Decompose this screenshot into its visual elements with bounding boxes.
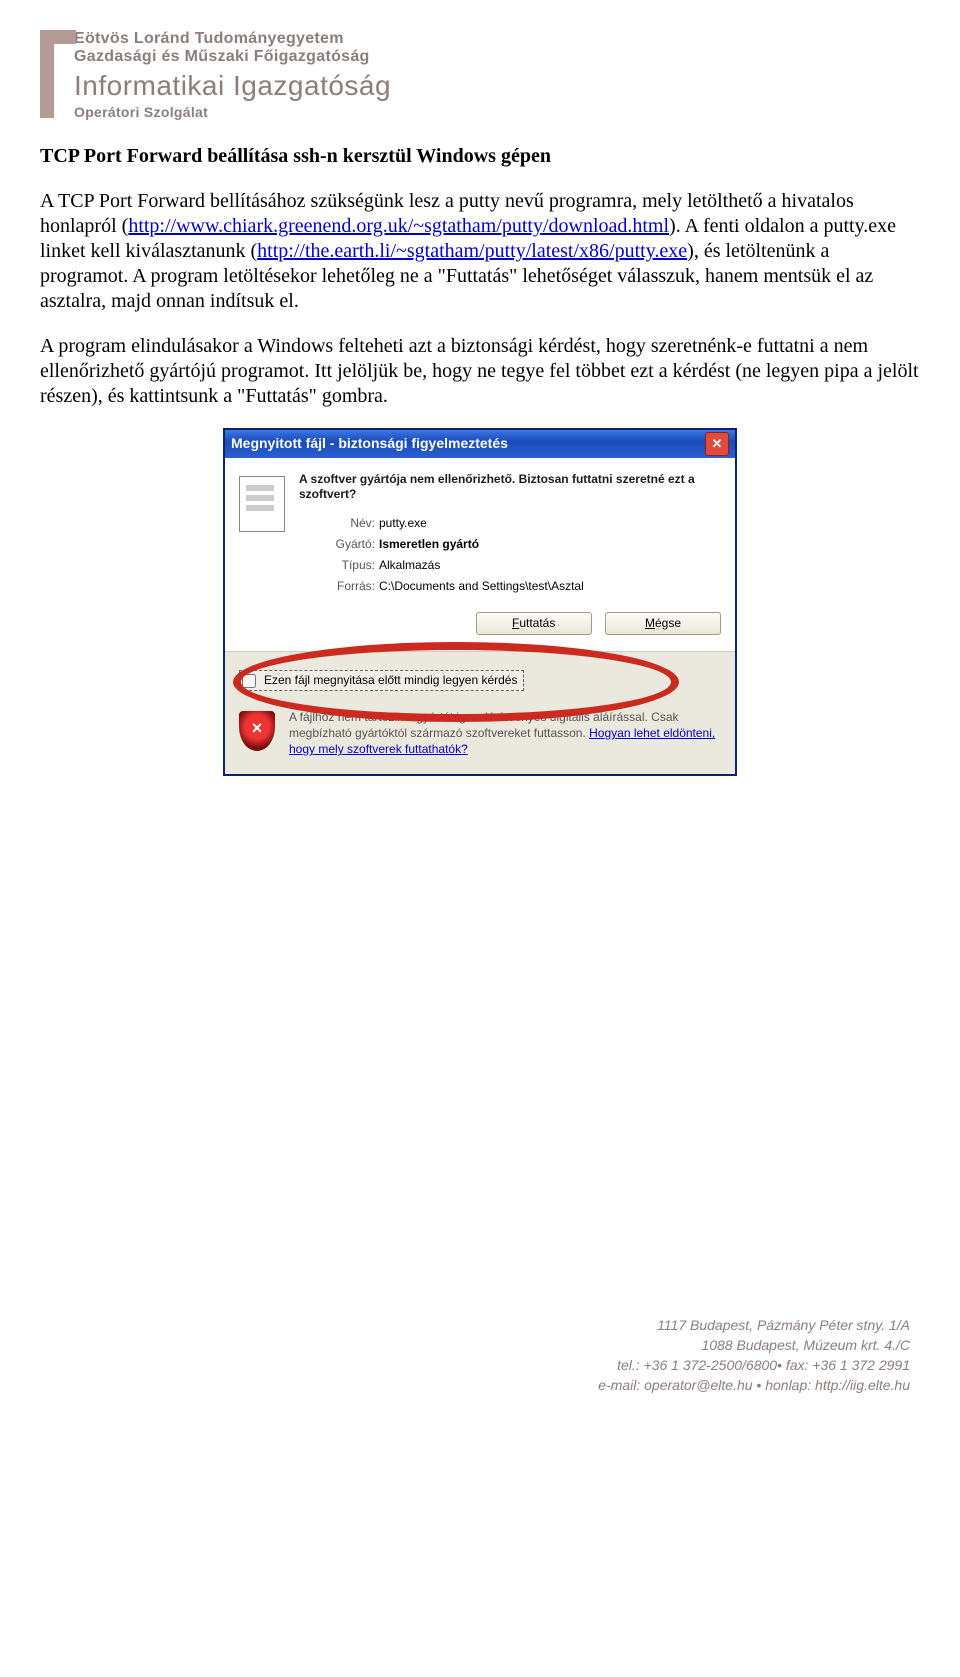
footer-line-3: tel.: +36 1 372-2500/6800• fax: +36 1 37… [40, 1355, 910, 1375]
shield-warning-icon [239, 711, 275, 751]
putty-download-page-link[interactable]: http://www.chiark.greenend.org.uk/~sgtat… [128, 215, 669, 237]
dialog-content-top: A szoftver gyártója nem ellenőrizhető. B… [225, 458, 735, 652]
value-source: C:\Documents and Settings\test\Asztal [379, 579, 721, 594]
page-footer: 1117 Budapest, Pázmány Péter stny. 1/A 1… [40, 1315, 920, 1396]
header-corner-graphic [40, 30, 76, 118]
always-ask-label: Ezen fájl megnyitása előtt mindig legyen… [264, 673, 517, 688]
footer-line-4: e-mail: operator@elte.hu • honlap: http:… [40, 1375, 910, 1395]
paragraph-1: A TCP Port Forward bellításához szükségü… [40, 189, 920, 314]
always-ask-checkbox-row[interactable]: Ezen fájl megnyitása előtt mindig legyen… [239, 670, 524, 691]
org-line-1: Eötvös Loránd Tudományegyetem [74, 30, 920, 48]
putty-exe-link[interactable]: http://the.earth.li/~sgtatham/putty/late… [257, 240, 687, 262]
close-icon: ✕ [712, 436, 723, 452]
footer-line-1: 1117 Budapest, Pázmány Péter stny. 1/A [40, 1315, 910, 1335]
label-name: Név: [305, 516, 375, 531]
label-vendor: Gyártó: [305, 537, 375, 552]
org-line-2: Gazdasági és Műszaki Főigazgatóság [74, 48, 920, 66]
dialog-titlebar: Megnyitott fájl - biztonsági figyelmezte… [225, 430, 735, 458]
always-ask-checkbox[interactable] [242, 674, 256, 688]
org-line-3: Informatikai Igazgatóság [74, 70, 920, 102]
close-button[interactable]: ✕ [705, 432, 729, 456]
run-button[interactable]: Futtatás [476, 612, 592, 635]
dialog-content-bottom: Ezen fájl megnyitása előtt mindig legyen… [225, 652, 735, 774]
label-type: Típus: [305, 558, 375, 573]
file-info-grid: Név: putty.exe Gyártó: Ismeretlen gyártó… [305, 516, 721, 594]
label-source: Forrás: [305, 579, 375, 594]
value-vendor: Ismeretlen gyártó [379, 537, 721, 552]
file-icon [239, 476, 285, 532]
run-button-rest: uttatás [519, 616, 555, 630]
document-body: TCP Port Forward beállítása ssh-n kerszt… [40, 144, 920, 775]
letterhead: Eötvös Loránd Tudományegyetem Gazdasági … [40, 30, 920, 120]
org-line-4: Operátori Szolgálat [74, 104, 920, 120]
cancel-button-hotkey: M [645, 616, 655, 630]
document-title: TCP Port Forward beállítása ssh-n kerszt… [40, 144, 920, 169]
dialog-question: A szoftver gyártója nem ellenőrizhető. B… [299, 472, 721, 502]
paragraph-2: A program elindulásakor a Windows felteh… [40, 334, 920, 409]
cancel-button-rest: égse [655, 616, 681, 630]
dialog-title: Megnyitott fájl - biztonsági figyelmezte… [231, 435, 508, 453]
footer-line-2: 1088 Budapest, Múzeum krt. 4./C [40, 1335, 910, 1355]
security-warning-dialog: Megnyitott fájl - biztonsági figyelmezte… [224, 429, 736, 775]
cancel-button[interactable]: Mégse [605, 612, 721, 635]
value-name: putty.exe [379, 516, 721, 531]
value-type: Alkalmazás [379, 558, 721, 573]
warning-text: A fájlhoz nem tartozik a gyártót igazoló… [289, 709, 721, 758]
